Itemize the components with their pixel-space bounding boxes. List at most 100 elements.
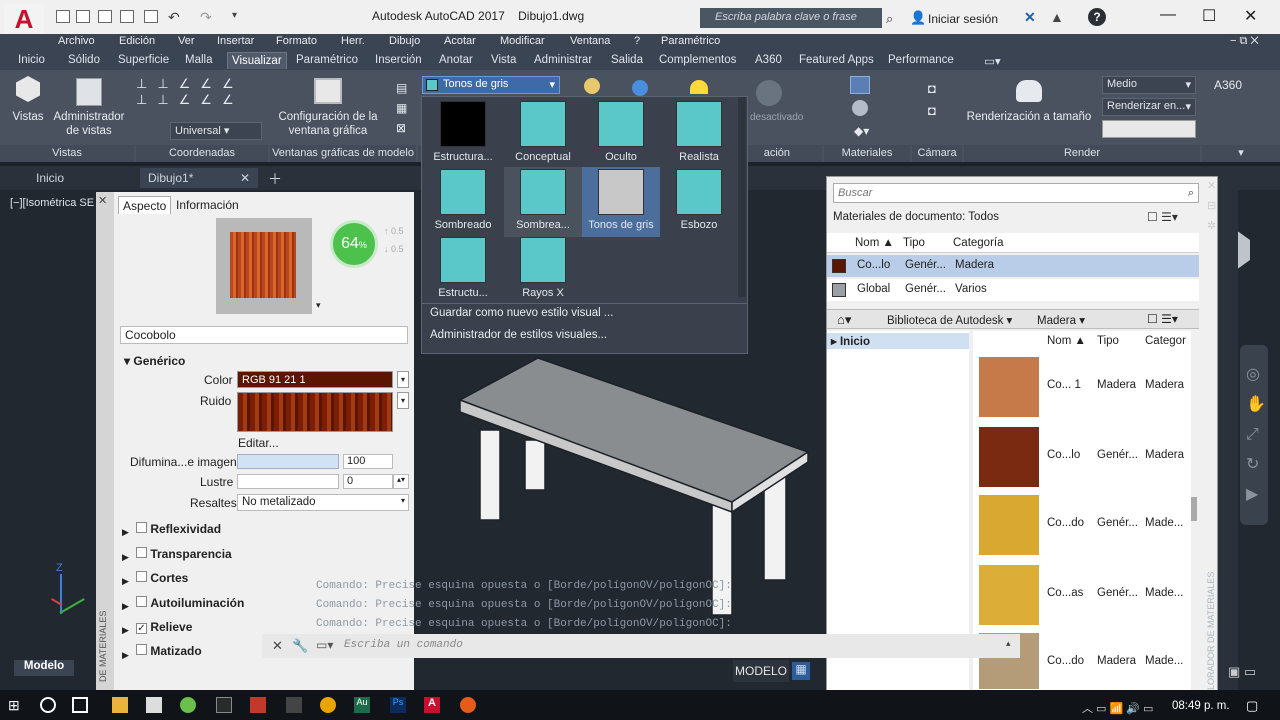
menu-insertar[interactable]: Insertar <box>217 35 254 47</box>
view-manager-button[interactable]: Administrador de vistas <box>50 110 128 138</box>
new-file-icon[interactable] <box>56 10 70 23</box>
visual-style-dropdown[interactable]: Tonos de gris ▾ <box>422 76 560 94</box>
a360-icon[interactable]: ▲ <box>1050 9 1064 25</box>
table-model[interactable] <box>420 340 820 620</box>
render-in-dropdown[interactable]: Renderizar en... ▾ <box>1102 98 1196 116</box>
lib-col-categoria[interactable]: Categor <box>1145 335 1186 347</box>
help-search-input[interactable]: Escriba palabra clave o frase <box>700 8 882 28</box>
sketchup-icon[interactable] <box>180 697 196 713</box>
app-icon[interactable] <box>286 697 302 713</box>
app-icon[interactable] <box>216 697 232 713</box>
close-command-icon[interactable]: ✕ <box>272 638 283 654</box>
relieve-checkbox[interactable]: ✓ <box>136 623 147 634</box>
section-relieve[interactable]: ✓ Relieve <box>136 620 192 634</box>
vistas-button[interactable]: Vistas <box>8 110 48 124</box>
visual-styles-manager-item[interactable]: Administrador de estilos visuales... <box>430 329 607 341</box>
section-transparencia[interactable]: Transparencia <box>136 547 232 561</box>
viewport-config-button[interactable]: Configuración de la ventana gráfica <box>272 110 384 138</box>
render-teapot-icon[interactable] <box>1016 80 1042 102</box>
camera-icons[interactable]: ◘ ◘ <box>928 78 936 122</box>
library-material-row[interactable]: Co... 1 Madera Madera <box>973 353 1191 421</box>
gloss-slider[interactable] <box>237 474 339 489</box>
menu-ventana[interactable]: Ventana <box>570 35 610 47</box>
command-input[interactable]: Escriba un comando <box>344 639 463 651</box>
viewport-tools-icons[interactable]: ▤ ▦ ⊠ <box>396 78 410 138</box>
col-categoria[interactable]: Categoría <box>953 237 1004 249</box>
vs-oculto[interactable]: Oculto <box>582 99 660 169</box>
task-view-icon[interactable] <box>72 697 88 713</box>
materials-search-input[interactable]: Buscar ⌕ <box>833 183 1199 203</box>
noise-options-icon[interactable]: ▾ <box>397 392 409 409</box>
tab-vista[interactable]: Vista <box>491 54 516 66</box>
sun-icon[interactable] <box>690 80 708 94</box>
view-manager-icon[interactable] <box>76 78 102 106</box>
menu-ver[interactable]: Ver <box>178 35 195 47</box>
binoculars-icon[interactable]: ⌕ <box>886 11 893 27</box>
sun-status-icon[interactable] <box>756 80 782 106</box>
doc-material-row[interactable]: Co...lo Genér... Madera <box>827 255 1199 277</box>
viewport-label[interactable]: [−][Isométrica SE <box>10 197 94 209</box>
tab-complementos[interactable]: Complementos <box>659 54 736 66</box>
save-icon[interactable] <box>98 10 112 23</box>
ucs-dropdown[interactable]: Universal ▾ <box>170 122 262 140</box>
texture-map-icon[interactable]: ◆▾ <box>854 124 869 138</box>
material-preview[interactable] <box>216 218 312 314</box>
save-as-icon[interactable] <box>120 10 134 23</box>
app-icon[interactable] <box>460 697 476 713</box>
file-explorer-icon[interactable] <box>112 697 128 713</box>
tab-administrar[interactable]: Administrar <box>534 54 592 66</box>
autoiluminacion-checkbox[interactable] <box>136 596 147 607</box>
sign-in-button[interactable]: Iniciar sesión <box>928 12 998 26</box>
panel-ventanas-title[interactable]: Ventanas gráficas de modelo <box>270 145 416 162</box>
vs-sombreado-aristas[interactable]: Sombrea... <box>504 167 582 237</box>
gloss-value[interactable]: 0 <box>343 474 393 489</box>
tab-informacion[interactable]: Información <box>172 196 243 214</box>
windows-start-icon[interactable]: ⊞ <box>8 697 24 713</box>
panel-coordenadas-title[interactable]: Coordenadas <box>136 145 268 162</box>
document-materials-filter[interactable]: Materiales de documento: Todos <box>833 211 999 223</box>
command-prompt-icon[interactable]: ▭▾ <box>316 638 333 652</box>
system-tray-icons[interactable]: ︿ ▭ 📶 🔊 ▭ <box>1082 700 1153 716</box>
section-cortes[interactable]: Cortes <box>136 571 188 585</box>
chrome-icon[interactable] <box>320 697 336 713</box>
viewport-config-icon[interactable] <box>314 78 342 104</box>
materials-palette-controls[interactable]: ✕ ⊟ ✲ <box>1207 176 1216 236</box>
tab-performance[interactable]: Performance <box>888 54 954 66</box>
tab-superficie[interactable]: Superficie <box>118 54 169 66</box>
gloss-spinner[interactable]: ▴▾ <box>393 474 409 489</box>
menu-formato[interactable]: Formato <box>276 35 317 47</box>
menu-acotar[interactable]: Acotar <box>444 35 476 47</box>
render-output-field[interactable] <box>1102 120 1196 138</box>
preview-options-icon[interactable]: ▾ <box>316 300 321 311</box>
material-sphere-icon[interactable] <box>852 100 868 116</box>
image-fade-slider[interactable] <box>237 454 339 469</box>
vs-estructura[interactable]: Estructura... <box>424 99 502 169</box>
transparencia-checkbox[interactable] <box>136 547 147 558</box>
section-generico[interactable]: ▾ Genérico <box>124 354 185 368</box>
vs-conceptual[interactable]: Conceptual <box>504 99 582 169</box>
autodesk-exchange-icon[interactable]: ✕ <box>1024 9 1036 26</box>
tab-insercion[interactable]: Inserción <box>375 54 422 66</box>
panel-materiales-title[interactable]: Materiales <box>824 145 910 162</box>
library-dropdown[interactable]: Biblioteca de Autodesk ▾ <box>887 313 1012 327</box>
render-preset-dropdown[interactable]: Medio ▾ <box>1102 76 1196 94</box>
gallery-scrollbar[interactable] <box>738 97 746 297</box>
section-matizado[interactable]: Matizado <box>136 644 202 658</box>
menu-modificar[interactable]: Modificar <box>500 35 545 47</box>
section-reflexividad[interactable]: Reflexividad <box>136 522 221 536</box>
search-icon[interactable]: ⌕ <box>1188 187 1194 200</box>
plot-icon[interactable] <box>144 10 158 23</box>
workspace-icons[interactable]: ▣ ▭ <box>1228 664 1256 680</box>
menu-herramientas[interactable]: Herr. <box>341 35 365 47</box>
home-icon[interactable]: ⌂▾ <box>837 312 851 328</box>
tab-salida[interactable]: Salida <box>611 54 643 66</box>
render-to-size-button[interactable]: Renderización a tamaño <box>966 110 1092 124</box>
sky-sphere-icon[interactable] <box>632 80 648 96</box>
vs-sombreado[interactable]: Sombreado <box>424 167 502 237</box>
menu-edicion[interactable]: Edición <box>119 35 155 47</box>
panel-a360-title[interactable]: ▾ <box>1202 145 1280 162</box>
menu-ayuda[interactable]: ? <box>634 35 640 47</box>
library-material-row[interactable]: Co...do Genér... Made... <box>973 491 1191 559</box>
photoshop-icon[interactable]: Ps <box>390 697 406 713</box>
doc-view-options-icon[interactable]: ☐ ☰▾ <box>1147 210 1178 224</box>
